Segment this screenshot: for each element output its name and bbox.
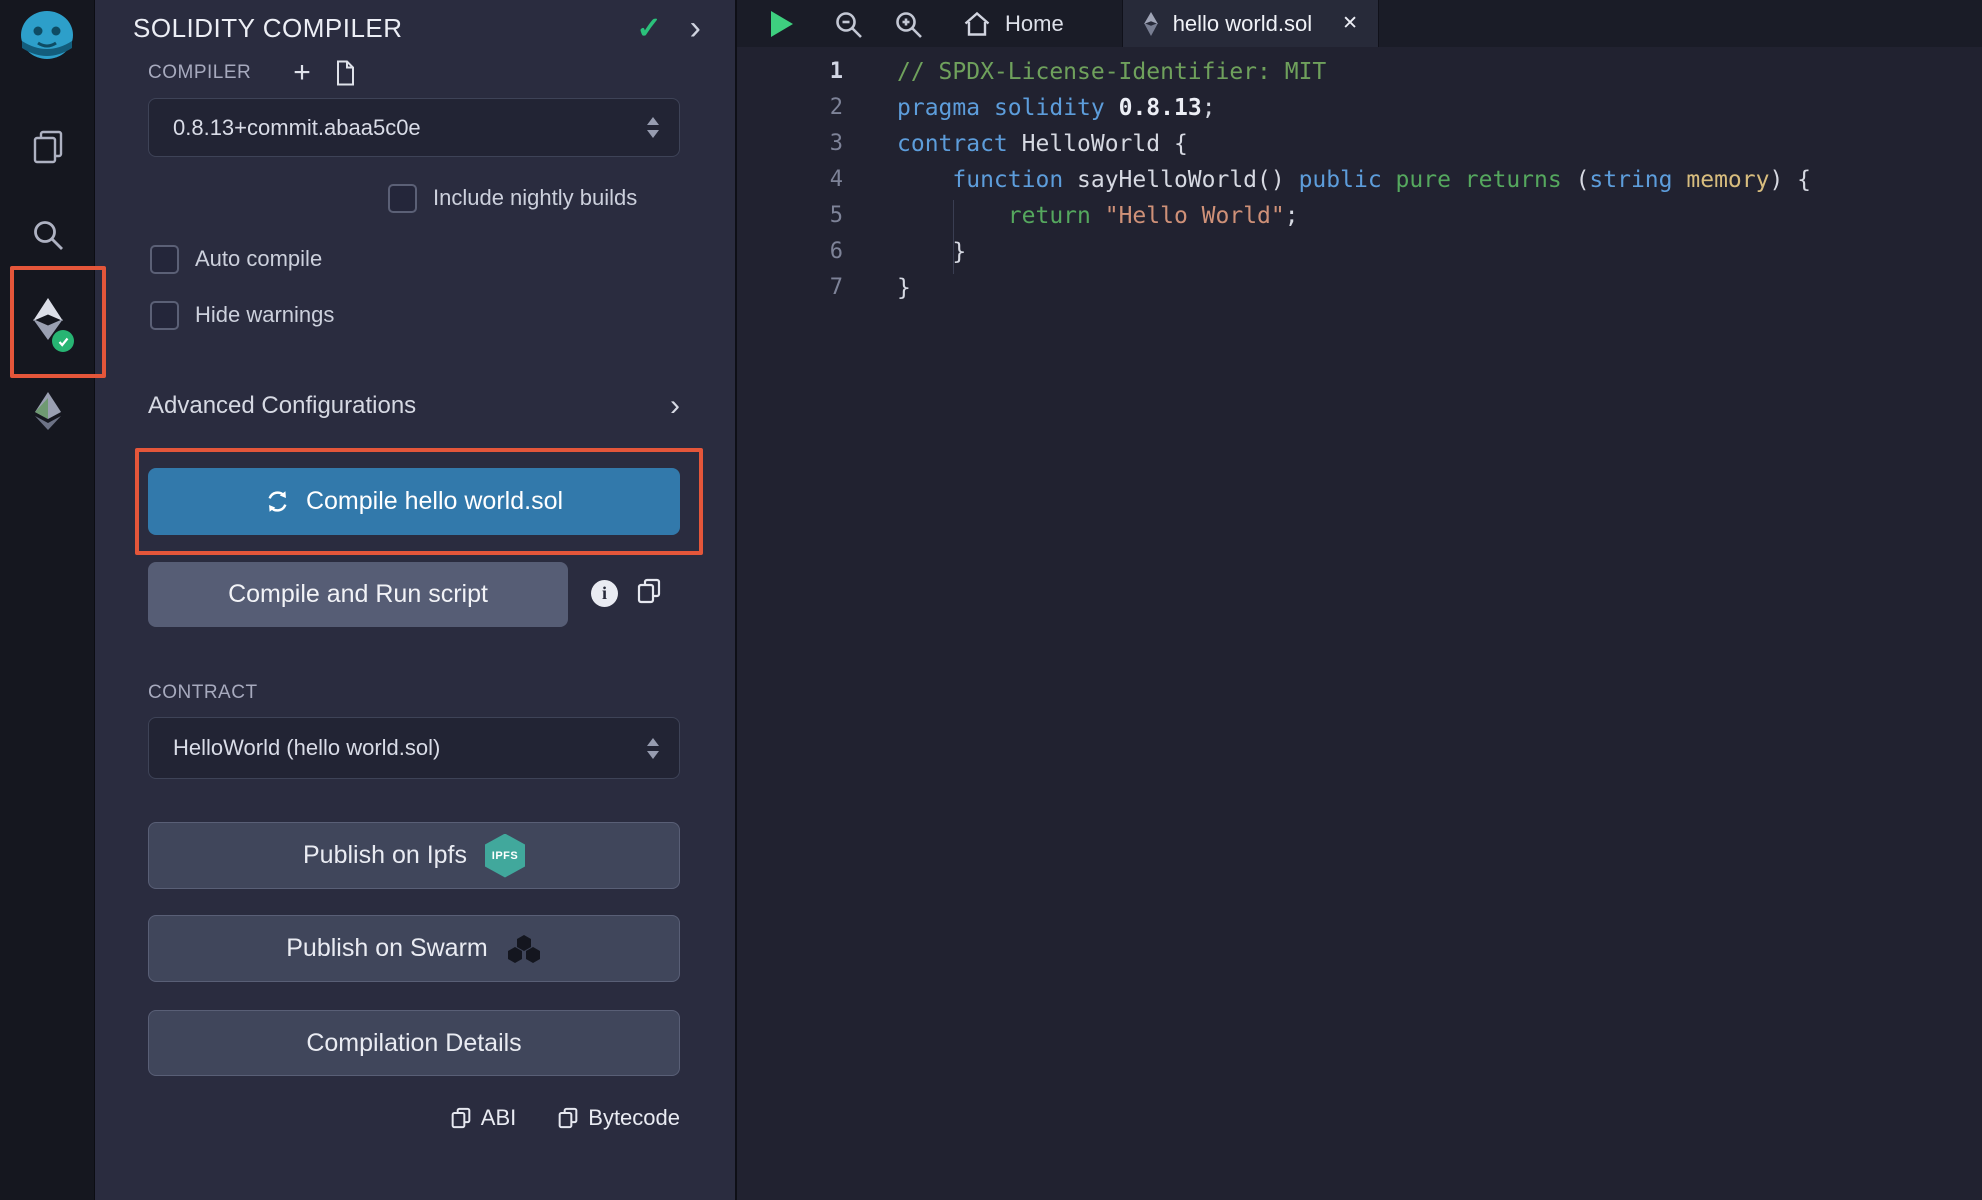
hide-warnings-label: Hide warnings	[195, 302, 334, 328]
hide-warnings-row: Hide warnings	[150, 298, 334, 332]
code-editor: 1234567 // SPDX-License-Identifier: MITp…	[737, 47, 1982, 1200]
copy-bytecode-button[interactable]: Bytecode	[558, 1105, 680, 1131]
ipfs-icon: IPFS	[485, 834, 525, 878]
select-stepper-icon	[647, 738, 659, 759]
icon-sidebar	[0, 0, 95, 1200]
remix-logo-icon[interactable]	[18, 10, 76, 69]
hide-warnings-checkbox[interactable]	[150, 301, 179, 330]
add-compiler-icon[interactable]: +	[293, 58, 311, 88]
code-line[interactable]: return "Hello World";	[897, 198, 1811, 234]
code-line[interactable]: }	[897, 234, 1811, 270]
tab-home-label: Home	[1005, 11, 1064, 37]
solidity-file-icon	[1143, 11, 1159, 37]
zoom-out-icon[interactable]	[833, 9, 863, 39]
nightly-builds-checkbox[interactable]	[388, 184, 417, 213]
info-icon[interactable]: i	[591, 580, 618, 607]
close-tab-icon[interactable]: ✕	[1342, 12, 1358, 35]
advanced-configurations-toggle[interactable]: Advanced Configurations ›	[148, 388, 680, 424]
compile-and-run-label: Compile and Run script	[228, 580, 488, 609]
advanced-configurations-label: Advanced Configurations	[148, 392, 416, 420]
home-icon	[963, 11, 991, 37]
line-number[interactable]: 5	[737, 198, 843, 234]
publish-ipfs-button[interactable]: Publish on Ipfs IPFS	[148, 822, 680, 889]
sidebar-item-deploy-run[interactable]	[0, 376, 95, 446]
code-line[interactable]: pragma solidity 0.8.13;	[897, 90, 1811, 126]
panel-header: SOLIDITY COMPILER ✓ ›	[95, 6, 735, 50]
contract-label: CONTRACT	[148, 682, 258, 704]
copy-icon	[451, 1107, 471, 1129]
code-lines[interactable]: // SPDX-License-Identifier: MITpragma so…	[897, 54, 1811, 1200]
compile-and-run-button[interactable]: Compile and Run script	[148, 562, 568, 627]
publish-swarm-label: Publish on Swarm	[286, 934, 487, 963]
line-number[interactable]: 2	[737, 90, 843, 126]
contract-select[interactable]: HelloWorld (hello world.sol)	[148, 717, 680, 779]
line-number[interactable]: 3	[737, 126, 843, 162]
line-number[interactable]: 4	[737, 162, 843, 198]
line-number[interactable]: 1	[737, 54, 843, 90]
copy-icon	[558, 1107, 578, 1129]
line-numbers: 1234567	[737, 54, 847, 1200]
file-explorer-icon	[30, 129, 66, 165]
select-stepper-icon	[647, 117, 659, 138]
sidebar-item-search[interactable]	[0, 200, 95, 270]
compiler-section-header: COMPILER +	[148, 56, 355, 90]
refresh-icon	[265, 489, 290, 514]
auto-compile-checkbox[interactable]	[150, 245, 179, 274]
tab-file-label: hello world.sol	[1173, 11, 1312, 37]
compilation-details-label: Compilation Details	[306, 1029, 521, 1058]
editor-tab-bar: Home hello world.sol ✕	[737, 0, 1982, 47]
line-number[interactable]: 6	[737, 234, 843, 270]
abi-label: ABI	[481, 1105, 516, 1131]
tab-hello-world-sol[interactable]: hello world.sol ✕	[1122, 0, 1379, 47]
compiler-version-select[interactable]: 0.8.13+commit.abaa5c0e	[148, 98, 680, 157]
compile-success-icon: ✓	[637, 11, 662, 46]
bytecode-label: Bytecode	[588, 1105, 680, 1131]
compile-button[interactable]: Compile hello world.sol	[148, 468, 680, 535]
compiler-version-value: 0.8.13+commit.abaa5c0e	[173, 115, 647, 141]
auto-compile-row: Auto compile	[150, 242, 322, 276]
contract-select-value: HelloWorld (hello world.sol)	[173, 735, 647, 761]
compilation-details-button[interactable]: Compilation Details	[148, 1010, 680, 1076]
zoom-in-icon[interactable]	[893, 9, 923, 39]
publish-ipfs-label: Publish on Ipfs	[303, 841, 467, 870]
run-script-button[interactable]	[771, 11, 793, 37]
panel-title: SOLIDITY COMPILER	[133, 13, 637, 44]
code-line[interactable]: function sayHelloWorld() public pure ret…	[897, 162, 1811, 198]
tab-home[interactable]: Home	[963, 11, 1064, 37]
copy-script-icon[interactable]	[637, 578, 661, 604]
copy-abi-button[interactable]: ABI	[451, 1105, 516, 1131]
code-line[interactable]: contract HelloWorld {	[897, 126, 1811, 162]
panel-collapse-chevron-icon[interactable]: ›	[690, 13, 701, 43]
editor-area: Home hello world.sol ✕ 1234567 // SPDX-L…	[735, 0, 1982, 1200]
nightly-builds-row: Include nightly builds	[388, 181, 637, 215]
code-line[interactable]: // SPDX-License-Identifier: MIT	[897, 54, 1811, 90]
compiler-label: COMPILER	[148, 62, 251, 84]
sidebar-item-file-explorer[interactable]	[0, 112, 95, 182]
compiler-config-file-icon[interactable]	[335, 60, 355, 86]
line-number[interactable]: 7	[737, 270, 843, 306]
chevron-right-icon: ›	[670, 393, 680, 419]
swarm-icon	[506, 934, 542, 964]
nightly-builds-label: Include nightly builds	[433, 185, 637, 211]
abi-bytecode-row: ABI Bytecode	[451, 1105, 680, 1131]
sidebar-item-solidity-compiler[interactable]	[0, 284, 95, 354]
code-line[interactable]: }	[897, 270, 1811, 306]
publish-swarm-button[interactable]: Publish on Swarm	[148, 915, 680, 982]
solidity-compiler-panel: SOLIDITY COMPILER ✓ › COMPILER + 0.8.13+…	[95, 0, 735, 1200]
deploy-run-icon	[31, 390, 65, 432]
auto-compile-label: Auto compile	[195, 246, 322, 272]
compile-button-label: Compile hello world.sol	[306, 487, 563, 516]
search-icon	[30, 217, 66, 253]
compiled-check-badge	[52, 330, 74, 352]
